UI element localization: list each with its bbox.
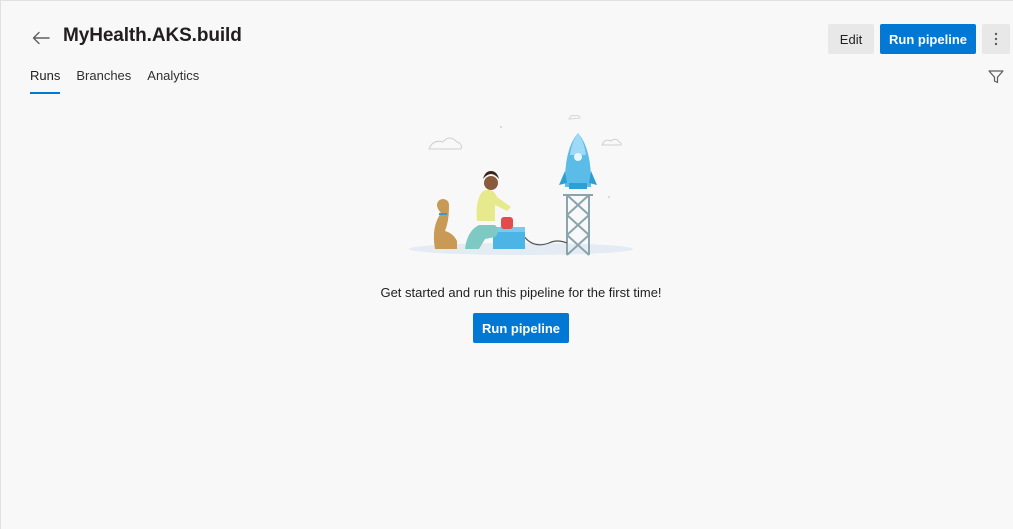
run-pipeline-button[interactable]: Run pipeline xyxy=(880,24,976,54)
empty-state-message: Get started and run this pipeline for th… xyxy=(380,285,662,300)
tab-analytics[interactable]: Analytics xyxy=(147,68,199,94)
edit-button[interactable]: Edit xyxy=(828,24,874,54)
page-title: MyHealth.AKS.build xyxy=(63,25,242,46)
back-arrow-icon xyxy=(32,31,50,45)
more-vertical-icon xyxy=(994,32,998,46)
tab-bar: Runs Branches Analytics xyxy=(30,68,215,94)
tab-runs[interactable]: Runs xyxy=(30,68,61,94)
back-button[interactable] xyxy=(29,26,53,50)
empty-state-illustration xyxy=(401,109,641,259)
filter-icon xyxy=(988,70,1004,84)
filter-button[interactable] xyxy=(987,68,1005,86)
page-header: MyHealth.AKS.build Edit Run pipeline xyxy=(1,1,1013,61)
run-pipeline-primary-button[interactable]: Run pipeline xyxy=(473,313,569,343)
tab-branches[interactable]: Branches xyxy=(76,68,131,94)
more-actions-button[interactable] xyxy=(982,24,1010,54)
